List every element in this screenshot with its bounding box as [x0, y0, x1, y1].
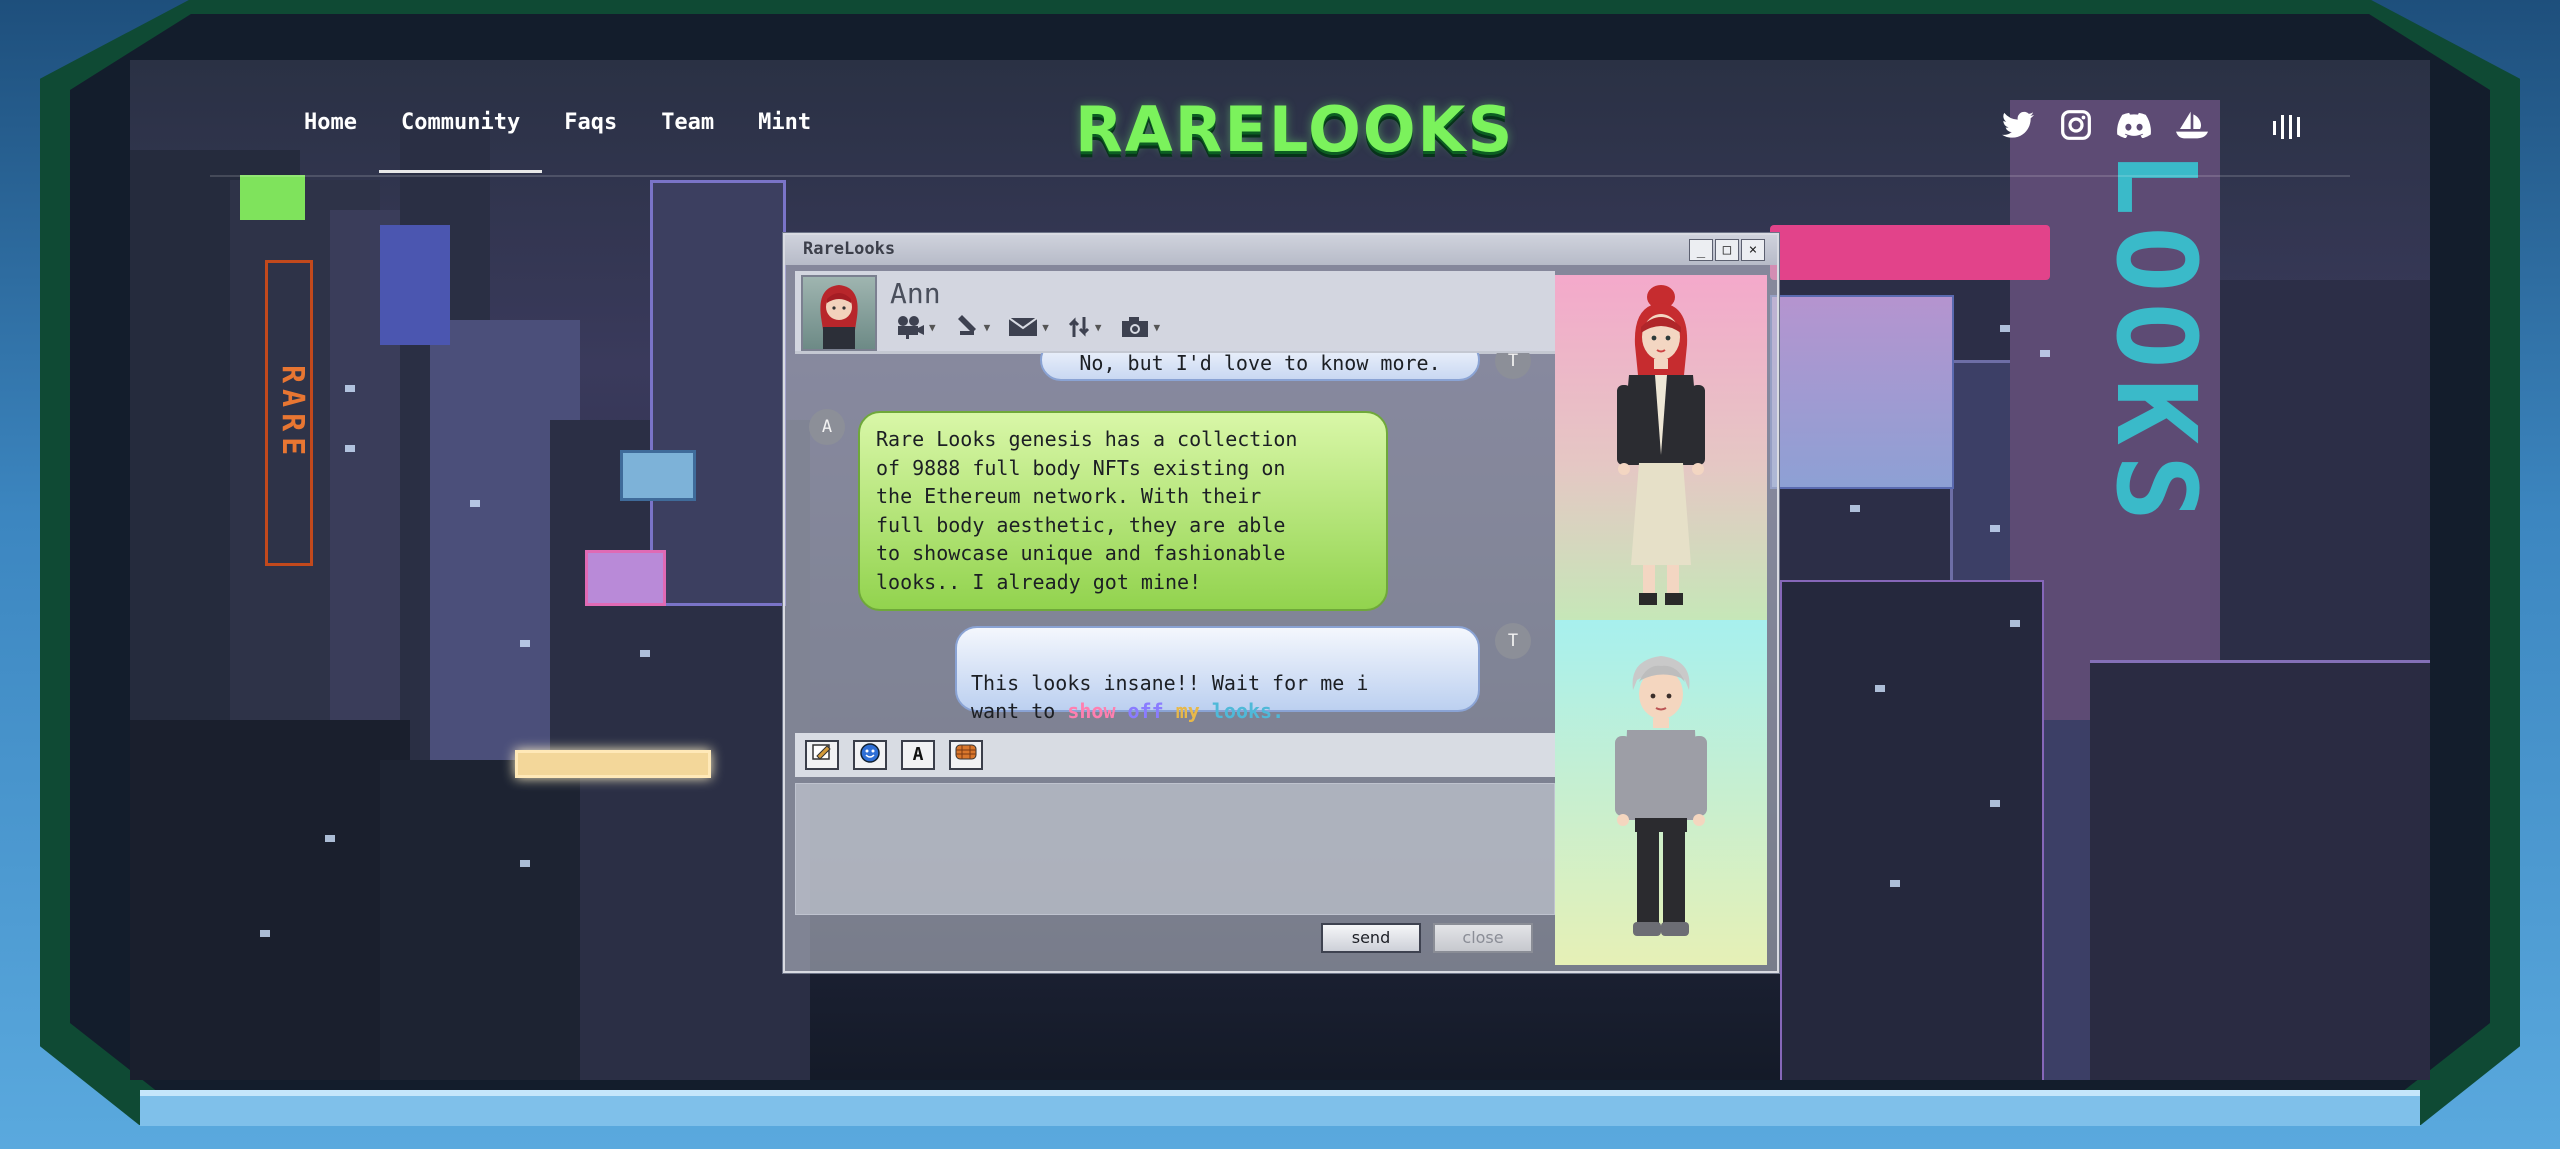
- brand-logo[interactable]: RARELOOKS: [1075, 93, 1512, 167]
- nav-links: Home Community Faqs Team Mint: [282, 105, 833, 175]
- lit-window: [1990, 525, 2000, 532]
- nav-link-mint[interactable]: Mint: [736, 105, 833, 173]
- lit-ledge: [515, 750, 711, 778]
- message-input[interactable]: [795, 783, 1555, 915]
- lit-window: [1875, 685, 1885, 692]
- monitor-bottom-lip: [140, 1090, 2420, 1126]
- nav-link-home[interactable]: Home: [282, 105, 379, 173]
- lit-window: [345, 445, 355, 452]
- chat-toolbar: ▼ ▼ ▼ ▼ ▼: [895, 315, 1160, 339]
- rainbow-word: looks.: [1211, 699, 1285, 723]
- lit-window: [470, 500, 480, 507]
- opensea-icon[interactable]: [2174, 107, 2210, 143]
- lit-window: [345, 385, 355, 392]
- rainbow-word: my: [1175, 699, 1200, 723]
- building: [650, 180, 786, 606]
- transfer-icon[interactable]: ▼: [1067, 315, 1102, 339]
- video-camera-icon[interactable]: ▼: [895, 315, 936, 339]
- message-bubble-incoming: Rare Looks genesis has a collection of 9…: [858, 411, 1388, 611]
- window-controls: _ □ ×: [1689, 239, 1765, 261]
- font-icon[interactable]: A: [901, 740, 935, 770]
- close-window-button[interactable]: ×: [1741, 239, 1765, 261]
- top-navigation: Home Community Faqs Team Mint RARELOOKS: [210, 93, 2350, 177]
- message-list: No, but I'd love to know more. T A Rare …: [795, 353, 1555, 723]
- lit-window: [325, 835, 335, 842]
- edit-icon[interactable]: [805, 740, 839, 770]
- building: [2090, 660, 2430, 1080]
- chevron-down-icon: ▼: [1094, 320, 1102, 334]
- neon-vertical-sign: RARE: [265, 260, 313, 566]
- contact-header: Ann ▼ ▼ ▼ ▼ ▼: [795, 271, 1555, 354]
- mail-icon[interactable]: ▼: [1008, 316, 1049, 338]
- contact-name: Ann: [890, 277, 941, 310]
- attachment-icon[interactable]: ▼: [954, 315, 991, 339]
- building: [1780, 580, 2044, 1080]
- lit-window: [520, 640, 530, 647]
- sender-avatar: A: [809, 409, 845, 445]
- sender-avatar: T: [1495, 353, 1531, 379]
- message-bubble-outgoing: This looks insane!! Wait for me i want t…: [955, 626, 1480, 723]
- sign-panel: [585, 550, 666, 606]
- sender-avatar: T: [1495, 623, 1531, 659]
- minimize-button[interactable]: _: [1689, 239, 1713, 261]
- discord-icon[interactable]: [2116, 107, 2152, 143]
- neon-billboard: [1770, 225, 2050, 280]
- sign-panel: [620, 450, 696, 501]
- building: [130, 720, 410, 1080]
- message-bubble-outgoing: No, but I'd love to know more.: [1040, 353, 1480, 381]
- lit-window: [2040, 350, 2050, 357]
- avatar-display-panel: [1555, 275, 1767, 965]
- instagram-icon[interactable]: [2058, 107, 2094, 143]
- rainbow-text: show off my looks.: [1067, 699, 1284, 723]
- emoji-icon[interactable]: [853, 740, 887, 770]
- format-toolbar: A: [795, 733, 1555, 777]
- avatar-figure-ann: [1617, 285, 1705, 605]
- close-button[interactable]: close: [1433, 923, 1533, 953]
- lit-window: [2010, 620, 2020, 627]
- lit-window: [520, 860, 530, 867]
- neon-vertical-sign-cyan: LOOKS: [2092, 150, 2220, 532]
- avatar-figure-user: [1615, 656, 1707, 936]
- lit-window: [260, 930, 270, 937]
- nav-link-community[interactable]: Community: [378, 105, 543, 173]
- nav-link-faqs[interactable]: Faqs: [542, 105, 639, 173]
- chevron-down-icon: ▼: [983, 320, 991, 334]
- camera-icon[interactable]: ▼: [1120, 315, 1161, 339]
- avatar-display-contact: [1555, 275, 1767, 620]
- send-button[interactable]: send: [1321, 923, 1421, 953]
- avatar-display-user: [1555, 620, 1767, 965]
- chat-window: RareLooks _ □ × Ann ▼ ▼ ▼ ▼ ▼ No, but I'…: [783, 233, 1779, 973]
- nav-link-team[interactable]: Team: [639, 105, 736, 173]
- lit-window: [1990, 800, 2000, 807]
- window-titlebar[interactable]: RareLooks _ □ ×: [785, 235, 1777, 265]
- chevron-down-icon: ▼: [1153, 320, 1161, 334]
- rainbow-word: off: [1127, 699, 1164, 723]
- lit-window: [2000, 325, 2010, 332]
- chevron-down-icon: ▼: [929, 320, 936, 334]
- lit-window: [1850, 505, 1860, 512]
- lit-window: [640, 650, 650, 657]
- rainbow-word: show: [1067, 699, 1116, 723]
- lit-window: [1890, 880, 1900, 887]
- building: [380, 760, 580, 1080]
- sign-panel: [380, 225, 450, 345]
- background-icon[interactable]: [949, 740, 983, 770]
- maximize-button[interactable]: □: [1715, 239, 1739, 261]
- menu-bars-icon[interactable]: [2271, 111, 2305, 141]
- billboard-screen: [1770, 295, 1954, 489]
- sign-panel: [240, 175, 305, 220]
- window-title: RareLooks: [803, 239, 896, 259]
- social-links: [2000, 105, 2210, 145]
- chevron-down-icon: ▼: [1042, 320, 1049, 334]
- avatar[interactable]: [801, 275, 877, 351]
- twitter-icon[interactable]: [2000, 107, 2036, 143]
